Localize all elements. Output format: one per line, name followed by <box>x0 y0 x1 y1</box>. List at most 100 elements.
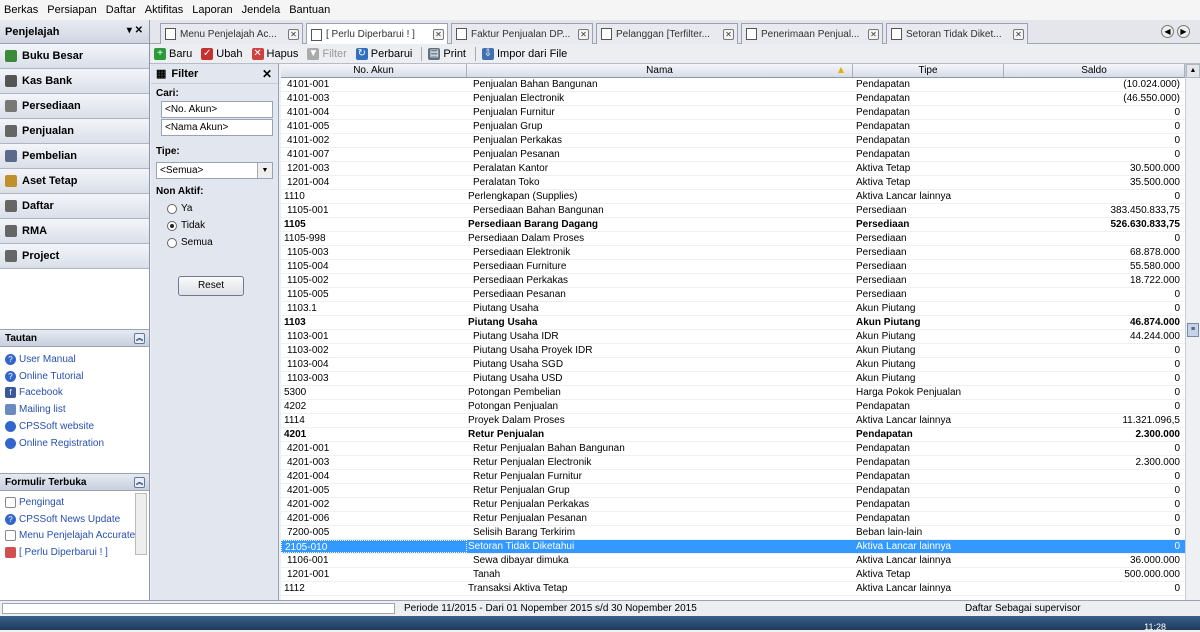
table-row[interactable]: 4101-005 Penjualan Grup Pendapatan 0 <box>281 120 1185 134</box>
table-row[interactable]: 1103-003 Piutang Usaha USD Akun Piutang 0 <box>281 372 1185 386</box>
menu-jendela[interactable]: Jendela <box>242 4 281 16</box>
nav-daftar[interactable]: Daftar <box>0 194 149 219</box>
menu-daftar[interactable]: Daftar <box>106 4 136 16</box>
table-row[interactable]: 4201-006 Retur Penjualan Pesanan Pendapata… <box>281 512 1185 526</box>
table-row[interactable]: 4101-001 Penjualan Bahan Bangunan Pendapat… <box>281 78 1185 92</box>
table-row[interactable]: 4201-004 Retur Penjualan Furnitur Pendapat… <box>281 470 1185 484</box>
table-row[interactable]: 1106-001 Sewa dibayar dimuka Aktiva Lancar… <box>281 554 1185 568</box>
table-row[interactable]: 4201-005 Retur Penjualan Grup Pendapatan 0 <box>281 484 1185 498</box>
table-row[interactable]: 4101-007 Penjualan Pesanan Pendapatan 0 <box>281 148 1185 162</box>
radio-semua[interactable]: Semua <box>167 237 213 248</box>
print-button[interactable]: ▤ Print <box>428 47 466 60</box>
nav-project[interactable]: Project <box>0 244 149 269</box>
tab-pelanggan[interactable]: Pelanggan [Terfilter... ✕ <box>596 23 738 44</box>
table-row[interactable]: 7200-005 Selisih Barang Terkirim Beban lai… <box>281 526 1185 540</box>
table-row[interactable]: 1114 Proyek Dalam Proses Aktiva Lancar lai… <box>281 414 1185 428</box>
link-facebook[interactable]: f Facebook <box>0 385 149 402</box>
table-row[interactable]: 4201 Retur Penjualan Pendapatan 2.300.000 <box>281 428 1185 442</box>
tab-close-icon[interactable]: ✕ <box>868 28 879 40</box>
tipe-select[interactable]: <Semua> ▼ <box>156 162 273 179</box>
form-perlu-diperbarui[interactable]: [ Perlu Diperbarui ! ] <box>0 544 149 561</box>
sidebar-controls-icon[interactable]: ▾ ✕ <box>127 25 143 36</box>
table-row[interactable]: 1112 Transaksi Aktiva Tetap Aktiva Lancar … <box>281 582 1185 596</box>
close-icon[interactable]: ✕ <box>262 67 272 81</box>
tab-perlu-diperbarui[interactable]: [ Perlu Diperbarui ! ] ✕ <box>306 23 448 45</box>
grid-vertical-scrollbar[interactable]: ▲ ≡ <box>1185 64 1200 600</box>
tab-close-icon[interactable]: ✕ <box>433 29 444 40</box>
link-cpssoft-website[interactable]: CPSSoft website <box>0 418 149 435</box>
nama-akun-input[interactable]: <Nama Akun> <box>161 119 273 136</box>
menu-berkas[interactable]: Berkas <box>4 4 38 16</box>
link-online-tutorial[interactable]: ? Online Tutorial <box>0 368 149 385</box>
filter-button[interactable]: ▼ Filter <box>307 47 347 60</box>
tab-menu-penjelajah[interactable]: Menu Penjelajah Ac... ✕ <box>160 23 303 44</box>
tab-close-icon[interactable]: ✕ <box>723 28 734 40</box>
link-online-registration[interactable]: Online Registration <box>0 435 149 452</box>
menu-laporan[interactable]: Laporan <box>192 4 232 16</box>
table-row[interactable]: 5300 Potongan Pembelian Harga Pokok Penjua… <box>281 386 1185 400</box>
table-row[interactable]: 1103-004 Piutang Usaha SGD Akun Piutang 0 <box>281 358 1185 372</box>
nav-penjualan[interactable]: Penjualan <box>0 119 149 144</box>
table-row[interactable]: 4101-003 Penjualan Electronik Pendapatan (4… <box>281 92 1185 106</box>
collapse-chevron-icon[interactable]: ︽ <box>134 333 145 344</box>
table-row[interactable]: 1201-003 Peralatan Kantor Aktiva Tetap 30.5… <box>281 162 1185 176</box>
form-menu-penjelajah[interactable]: Menu Penjelajah Accurate <box>0 528 149 545</box>
formulir-scrollbar[interactable] <box>135 493 147 555</box>
menu-bantuan[interactable]: Bantuan <box>289 4 330 16</box>
baru-button[interactable]: + Baru <box>154 47 192 60</box>
tab-scroll-left-icon[interactable]: ◀ <box>1161 25 1174 38</box>
menu-aktifitas[interactable]: Aktifitas <box>145 4 184 16</box>
impor-button[interactable]: ⇩ Impor dari File <box>482 47 567 60</box>
col-tipe[interactable]: Tipe <box>853 64 1004 77</box>
nav-rma[interactable]: RMA <box>0 219 149 244</box>
table-row[interactable]: 1105-002 Persediaan Perkakas Persediaan 18.… <box>281 274 1185 288</box>
table-row[interactable]: 4201-002 Retur Penjualan Perkakas Pendapat… <box>281 498 1185 512</box>
table-row[interactable]: 4202 Potongan Penjualan Pendapatan 0 <box>281 400 1185 414</box>
table-row[interactable]: 1103.1 Piutang Usaha Akun Piutang 0 <box>281 302 1185 316</box>
table-row[interactable]: 1103-001 Piutang Usaha IDR Akun Piutang 44.… <box>281 330 1185 344</box>
table-row[interactable]: 1103-002 Piutang Usaha Proyek IDR Akun Piu… <box>281 344 1185 358</box>
radio-tidak[interactable]: Tidak <box>167 220 205 231</box>
scroll-up-icon[interactable]: ▲ <box>1186 64 1200 78</box>
table-row[interactable]: 4201-001 Retur Penjualan Bahan Bangunan Pe… <box>281 442 1185 456</box>
table-row[interactable]: 1105-001 Persediaan Bahan Bangunan Persedi… <box>281 204 1185 218</box>
tab-close-icon[interactable]: ✕ <box>578 28 589 40</box>
form-pengingat[interactable]: Pengingat <box>0 494 149 511</box>
table-row[interactable]: 1105-003 Persediaan Elektronik Persediaan 6… <box>281 246 1185 260</box>
table-row[interactable]: 1105-005 Persediaan Pesanan Persediaan 0 <box>281 288 1185 302</box>
link-user-manual[interactable]: ? User Manual <box>0 351 149 368</box>
table-row[interactable]: 4101-004 Penjualan Furnitur Pendapatan 0 <box>281 106 1185 120</box>
tab-faktur-penjualan[interactable]: Faktur Penjualan DP... ✕ <box>451 23 593 44</box>
tab-close-icon[interactable]: ✕ <box>1013 28 1024 40</box>
col-saldo[interactable]: Saldo <box>1004 64 1185 77</box>
table-row[interactable]: 1103 Piutang Usaha Akun Piutang 46.874.000 <box>281 316 1185 330</box>
scroll-thumb[interactable]: ≡ <box>1187 323 1199 337</box>
tab-penerimaan-penjualan[interactable]: Penerimaan Penjual... ✕ <box>741 23 883 44</box>
no-akun-input[interactable]: <No. Akun> <box>161 101 273 118</box>
perbarui-button[interactable]: ↻ Perbarui <box>355 47 412 60</box>
radio-ya[interactable]: Ya <box>167 203 193 214</box>
table-row[interactable]: 1201-004 Peralatan Toko Aktiva Tetap 35.500… <box>281 176 1185 190</box>
reset-button[interactable]: Reset <box>178 276 244 296</box>
tab-setoran-tidak-diketahui[interactable]: Setoran Tidak Diket... ✕ <box>886 23 1028 44</box>
tab-scroll-right-icon[interactable]: ▶ <box>1177 25 1190 38</box>
table-row[interactable]: 4201-003 Retur Penjualan Electronik Pendap… <box>281 456 1185 470</box>
table-row[interactable]: 2105-010 Setoran Tidak Diketahui Aktiva La… <box>281 540 1185 554</box>
nav-aset-tetap[interactable]: Aset Tetap <box>0 169 149 194</box>
col-no-akun[interactable]: No. Akun <box>281 64 467 77</box>
nav-buku-besar[interactable]: Buku Besar <box>0 44 149 69</box>
link-mailing-list[interactable]: Mailing list <box>0 401 149 418</box>
table-row[interactable]: 4101-002 Penjualan Perkakas Pendapatan 0 <box>281 134 1185 148</box>
collapse-chevron-icon[interactable]: ︽ <box>134 477 145 488</box>
nav-pembelian[interactable]: Pembelian <box>0 144 149 169</box>
table-row[interactable]: 1105-998 Persediaan Dalam Proses Persediaa… <box>281 232 1185 246</box>
nav-kas-bank[interactable]: Kas Bank <box>0 69 149 94</box>
ubah-button[interactable]: ✓ Ubah <box>201 47 243 60</box>
table-row[interactable]: 1201-001 Tanah Aktiva Tetap 500.000.000 <box>281 568 1185 582</box>
tab-close-icon[interactable]: ✕ <box>288 28 299 40</box>
table-row[interactable]: 1110 Perlengkapan (Supplies) Aktiva Lancar… <box>281 190 1185 204</box>
menu-persiapan[interactable]: Persiapan <box>47 4 97 16</box>
form-cpssoft-news[interactable]: ? CPSSoft News Update <box>0 511 149 528</box>
hapus-button[interactable]: ✕ Hapus <box>251 47 298 60</box>
col-nama[interactable]: Nama <box>467 64 853 77</box>
